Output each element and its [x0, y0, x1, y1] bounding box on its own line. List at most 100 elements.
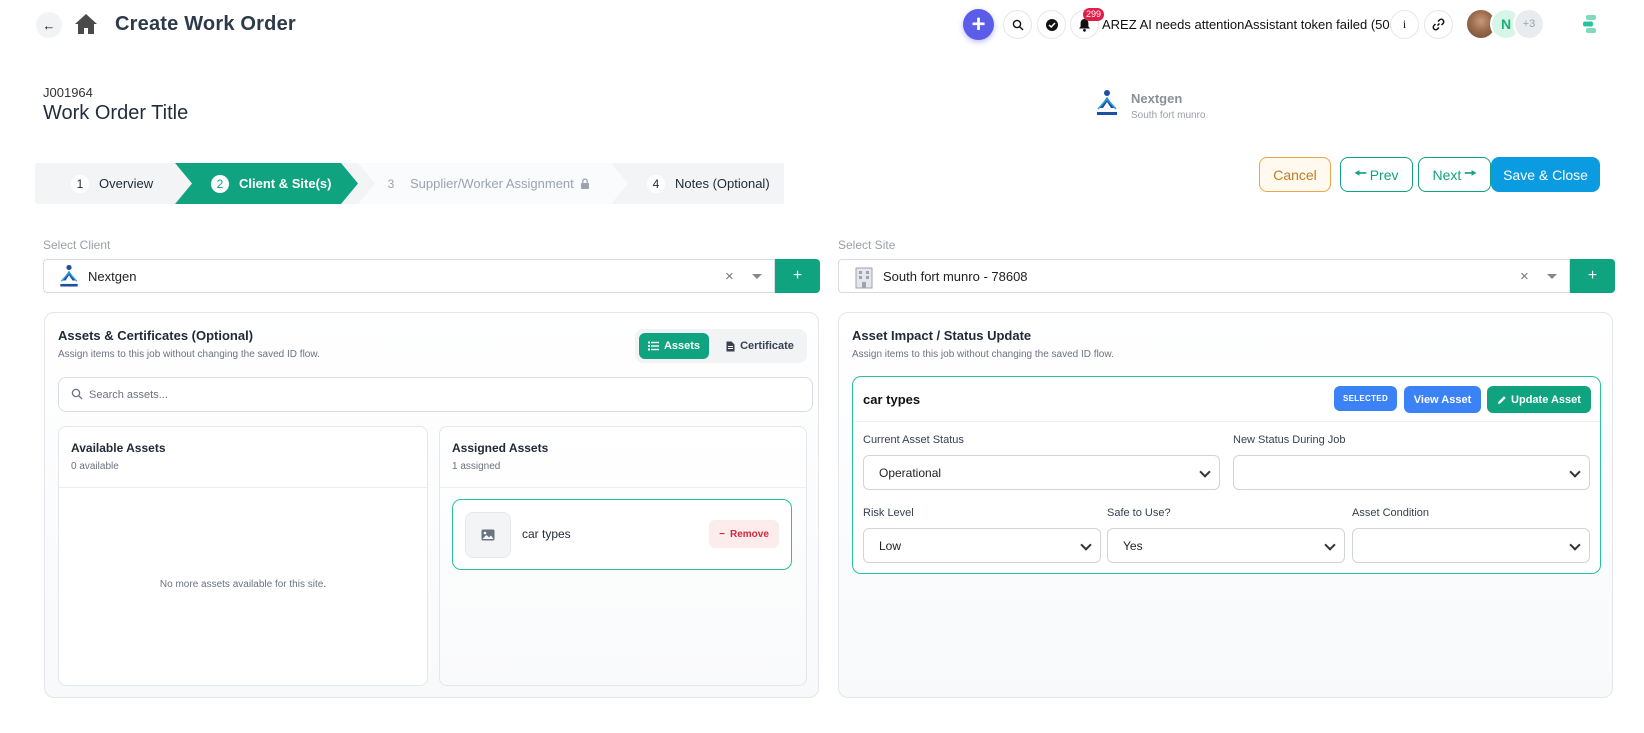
step-client-site[interactable]: 2 Client & Site(s) — [211, 163, 331, 204]
select-client-label: Select Client — [43, 238, 111, 252]
prev-label: Prev — [1369, 166, 1399, 183]
asset-thumbnail — [465, 512, 511, 558]
home-icon[interactable] — [74, 13, 98, 35]
pencil-icon — [1498, 395, 1506, 404]
step-number: 4 — [647, 174, 665, 193]
search-icon — [71, 388, 83, 400]
step-supplier-worker[interactable]: 3 Supplier/Worker Assignment — [382, 163, 590, 204]
panel-title: Asset Impact / Status Update — [852, 328, 1032, 343]
remove-label: Remove — [729, 528, 769, 540]
divider — [853, 421, 1600, 422]
next-label: Next — [1432, 166, 1462, 183]
step-label: Supplier/Worker Assignment — [410, 176, 574, 191]
prev-button[interactable]: 🠔 Prev — [1340, 157, 1413, 192]
link-button[interactable] — [1424, 10, 1453, 39]
page-title: Create Work Order — [115, 13, 296, 35]
add-client-button[interactable]: + — [775, 259, 820, 293]
step-notes[interactable]: 4 Notes (Optional) — [647, 163, 770, 204]
panel-title: Assets & Certificates (Optional) — [58, 328, 254, 343]
step-number: 2 — [211, 174, 229, 193]
risk-level-value: Low — [879, 539, 902, 553]
chevron-down-icon[interactable] — [752, 274, 762, 279]
brand-logo-icon[interactable] — [1580, 14, 1600, 34]
search-icon — [1012, 19, 1023, 30]
assigned-assets-title: Assigned Assets — [452, 441, 549, 455]
risk-level-select[interactable]: Low — [863, 528, 1101, 563]
back-button[interactable]: ← — [36, 12, 62, 38]
step-number: 3 — [387, 176, 395, 191]
empty-assets-message: No more assets available for this site. — [159, 579, 327, 590]
assigned-asset-card[interactable]: car types − Remove — [452, 499, 792, 570]
tasks-button[interactable] — [1037, 10, 1066, 39]
view-asset-button[interactable]: View Asset — [1404, 386, 1481, 413]
client-logo-icon — [1097, 90, 1117, 115]
available-assets-count: 0 available — [71, 461, 119, 472]
notification-count-badge: 299 — [1083, 8, 1105, 21]
client-select[interactable]: Nextgen × — [43, 259, 775, 293]
search-assets-field[interactable] — [58, 377, 813, 412]
certificate-tab-label: Certificate — [740, 340, 794, 352]
clear-icon[interactable]: × — [1520, 268, 1529, 285]
document-icon — [726, 341, 735, 351]
asset-impact-panel: Asset Impact / Status Update Assign item… — [838, 312, 1613, 698]
search-button[interactable] — [1003, 10, 1032, 39]
job-id: J001964 — [43, 85, 93, 100]
plus-icon: + — [971, 10, 986, 38]
assets-tab-label: Assets — [663, 340, 701, 352]
link-icon — [1432, 18, 1445, 31]
image-icon — [481, 529, 495, 541]
plus-icon: + — [792, 267, 803, 284]
save-close-button[interactable]: Save & Close — [1491, 157, 1600, 192]
step-overview[interactable]: 1 Overview — [71, 163, 153, 204]
clear-icon[interactable]: × — [725, 268, 734, 285]
assigned-assets-panel: Assigned Assets 1 assigned car types − R… — [439, 426, 807, 686]
minus-icon: − — [719, 528, 725, 540]
available-assets-header: Available Assets 0 available — [59, 427, 427, 488]
assigned-assets-count: 1 assigned — [452, 461, 501, 472]
asset-condition-select[interactable] — [1352, 528, 1590, 563]
cancel-label: Cancel — [1273, 166, 1317, 183]
certificate-tab[interactable]: Certificate — [717, 333, 803, 359]
chevron-down-icon — [1569, 466, 1581, 478]
available-assets-panel: Available Assets 0 available No more ass… — [58, 426, 428, 686]
plus-icon: + — [1587, 267, 1598, 284]
current-status-select[interactable]: Operational — [863, 455, 1220, 490]
client-logo-icon — [60, 264, 78, 287]
step-label: Client & Site(s) — [239, 176, 332, 191]
ai-alert-text[interactable]: AREZ AI needs attentionAssistant token f… — [1102, 17, 1401, 32]
arrow-left-icon: ← — [42, 17, 56, 33]
next-button[interactable]: Next 🠖 — [1418, 157, 1491, 192]
assets-certificates-panel: Assets & Certificates (Optional) Assign … — [44, 312, 819, 698]
new-status-label: New Status During Job — [1233, 434, 1346, 446]
assets-tab[interactable]: Assets — [639, 333, 709, 359]
client-site-name: South fort munro — [1131, 110, 1206, 121]
step-label: Notes (Optional) — [675, 176, 770, 191]
site-select[interactable]: South fort munro - 78608 × — [838, 259, 1570, 293]
info-button[interactable]: i — [1390, 10, 1419, 39]
quick-add-button[interactable]: + — [963, 9, 994, 40]
search-assets-input[interactable] — [89, 386, 789, 404]
asset-condition-label: Asset Condition — [1352, 507, 1430, 519]
update-asset-label: Update Asset — [1511, 393, 1581, 406]
list-icon — [647, 341, 659, 351]
lock-icon — [580, 178, 589, 189]
chevron-down-icon[interactable] — [1547, 274, 1557, 279]
step-number: 1 — [71, 174, 89, 193]
top-bar: ← Create Work Order + 299 AREZ AI needs … — [0, 0, 1644, 50]
safe-to-use-select[interactable]: Yes — [1107, 528, 1345, 563]
more-users-avatar[interactable]: +3 — [1513, 8, 1545, 40]
remove-asset-button[interactable]: − Remove — [709, 520, 779, 548]
current-status-value: Operational — [879, 466, 942, 480]
panel-subtitle: Assign items to this job without changin… — [852, 349, 1114, 360]
info-icon: i — [1402, 17, 1407, 31]
add-site-button[interactable]: + — [1570, 259, 1615, 293]
step-label: Overview — [99, 176, 154, 191]
cancel-button[interactable]: Cancel — [1259, 157, 1331, 192]
site-select-value: South fort munro - 78608 — [883, 269, 1028, 284]
safe-to-use-value: Yes — [1123, 539, 1143, 553]
building-icon — [855, 267, 873, 289]
impact-asset-name: car types — [863, 392, 921, 407]
update-asset-button[interactable]: Update Asset — [1487, 386, 1591, 413]
new-status-select[interactable] — [1233, 455, 1590, 490]
current-status-label: Current Asset Status — [863, 434, 964, 446]
